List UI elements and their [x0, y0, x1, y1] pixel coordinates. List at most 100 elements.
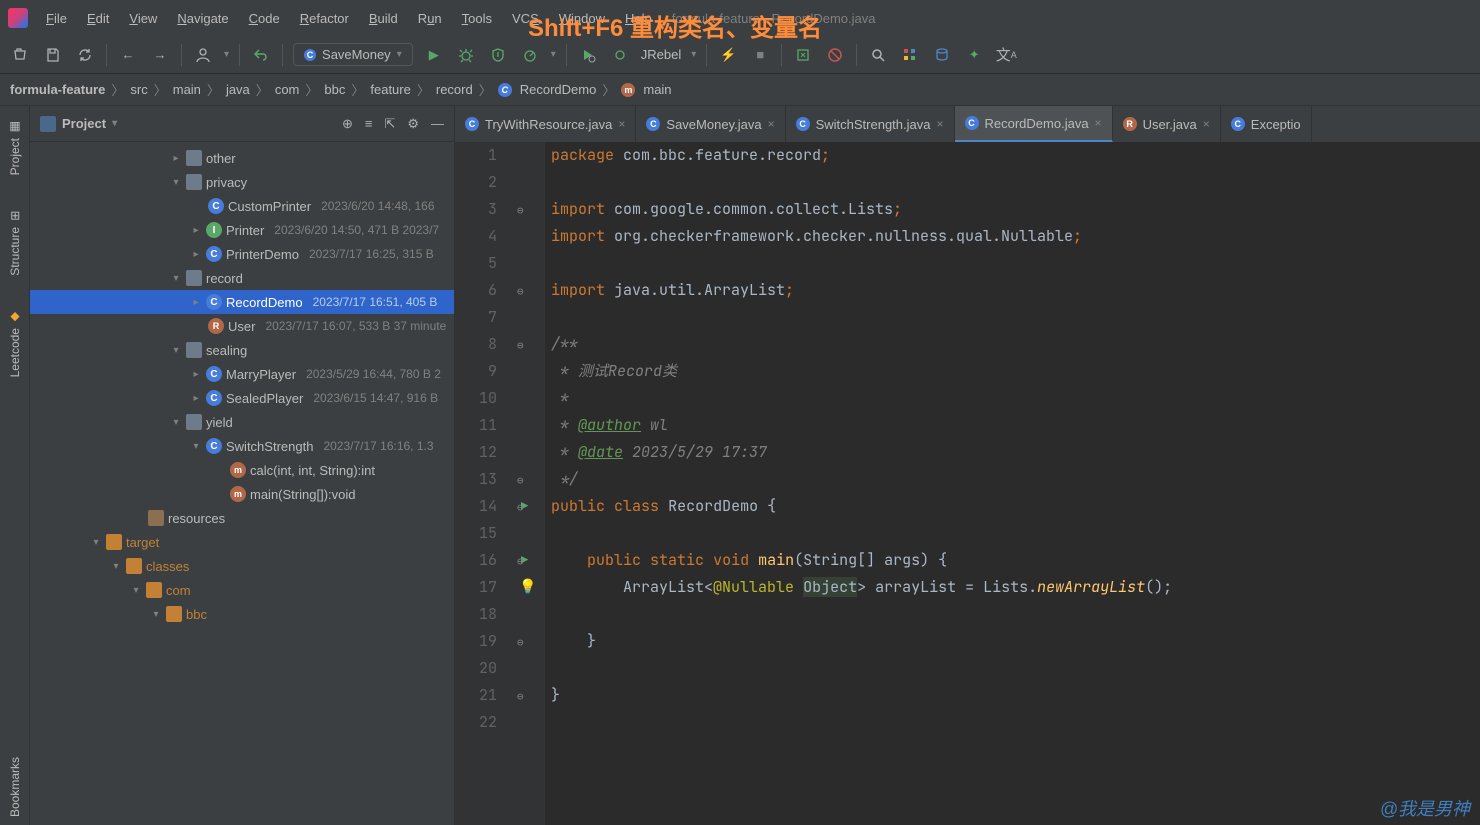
tree-folder-privacy[interactable]: ▾privacy [30, 170, 454, 194]
tab-savemoney[interactable]: CSaveMoney.java× [636, 106, 785, 142]
tab-trywithresource[interactable]: CTryWithResource.java× [455, 106, 636, 142]
menu-navigate[interactable]: Navigate [169, 7, 236, 30]
open-icon[interactable] [10, 44, 32, 66]
fold-icon[interactable]: ⊖ [517, 198, 524, 225]
tree-folder-record[interactable]: ▾record [30, 266, 454, 290]
run-button[interactable]: ▶ [423, 44, 445, 66]
undo-icon[interactable] [250, 44, 272, 66]
tree-folder-sealing[interactable]: ▾sealing [30, 338, 454, 362]
menu-view[interactable]: View [121, 7, 165, 30]
menu-vcs[interactable]: VCS [504, 7, 547, 30]
menu-run[interactable]: Run [410, 7, 450, 30]
side-tab-leetcode[interactable]: Leetcode◆ [4, 302, 26, 385]
tree-folder-com[interactable]: ▾com [30, 578, 454, 602]
tree-file-user[interactable]: RUser2023/7/17 16:07, 533 B 37 minute [30, 314, 454, 338]
side-tab-project[interactable]: Project▦ [4, 112, 26, 183]
menu-code[interactable]: Code [241, 7, 288, 30]
run-config-selector[interactable]: C SaveMoney ▾ [293, 43, 413, 66]
fold-icon[interactable]: ⊖ [517, 495, 524, 522]
fold-icon[interactable]: ⊖ [517, 279, 524, 306]
panel-title[interactable]: Project ▾ [40, 116, 334, 132]
bc-bbc[interactable]: bbc [324, 82, 345, 97]
tree-folder-target[interactable]: ▾target [30, 530, 454, 554]
git-pull-icon[interactable] [792, 44, 814, 66]
coverage-button[interactable] [487, 44, 509, 66]
menu-help[interactable]: Help [617, 7, 660, 30]
bc-class[interactable]: RecordDemo [520, 82, 597, 97]
tree-file-customprinter[interactable]: CCustomPrinter2023/6/20 14:48, 166 [30, 194, 454, 218]
tree-folder-bbc[interactable]: ▾bbc [30, 602, 454, 626]
jrebel-debug-icon[interactable] [609, 44, 631, 66]
fold-icon[interactable]: ⊖ [517, 630, 524, 657]
bulb-icon[interactable]: 💡 [519, 574, 536, 601]
menu-file[interactable]: File [38, 7, 75, 30]
menu-build[interactable]: Build [361, 7, 406, 30]
bc-src[interactable]: src [130, 82, 147, 97]
stop-button[interactable]: ■ [749, 44, 771, 66]
marker-gutter[interactable]: ▶ ▶ ⊖ ⊖ ⊖ ⊖ ⊖ ⊖ ⊖ ⊖ 💡 [515, 142, 545, 825]
db-icon[interactable] [931, 44, 953, 66]
bc-feature[interactable]: feature [370, 82, 410, 97]
side-tab-structure[interactable]: Structure⊞ [4, 201, 26, 284]
tab-user[interactable]: RUser.java× [1113, 106, 1221, 142]
bc-method[interactable]: main [643, 82, 671, 97]
tree-folder-yield[interactable]: ▾yield [30, 410, 454, 434]
tree-folder-resources[interactable]: resources [30, 506, 454, 530]
tree-file-switchstrength[interactable]: ▾CSwitchStrength2023/7/17 16:16, 1.3 [30, 434, 454, 458]
tree-file-marryplayer[interactable]: ▸CMarryPlayer2023/5/29 16:44, 780 B 2 [30, 362, 454, 386]
bc-main[interactable]: main [173, 82, 201, 97]
close-icon[interactable]: × [618, 117, 625, 131]
close-icon[interactable]: × [768, 117, 775, 131]
jrebel-run-icon[interactable] [577, 44, 599, 66]
stop-red-icon[interactable] [824, 44, 846, 66]
collapse-icon[interactable]: ⇱ [384, 116, 395, 132]
locate-icon[interactable]: ⊕ [342, 116, 353, 132]
tree-folder-other[interactable]: ▸other [30, 146, 454, 170]
tree-file-sealedplayer[interactable]: ▸CSealedPlayer2023/6/15 14:47, 916 B [30, 386, 454, 410]
hide-icon[interactable]: — [431, 116, 444, 132]
bc-record[interactable]: record [436, 82, 473, 97]
tree-folder-classes[interactable]: ▾classes [30, 554, 454, 578]
save-icon[interactable] [42, 44, 64, 66]
settings-icon[interactable]: ⚙ [407, 116, 419, 132]
bc-java[interactable]: java [226, 82, 250, 97]
profile-icon[interactable] [192, 44, 214, 66]
fold-icon[interactable]: ⊖ [517, 468, 524, 495]
tab-switchstrength[interactable]: CSwitchStrength.java× [786, 106, 955, 142]
translate-icon[interactable]: 文A [995, 44, 1017, 66]
tab-recorddemo[interactable]: CRecordDemo.java× [955, 106, 1113, 142]
tree-method-main[interactable]: mmain(String[]):void [30, 482, 454, 506]
project-tree[interactable]: ▸other ▾privacy CCustomPrinter2023/6/20 … [30, 142, 454, 825]
menu-refactor[interactable]: Refactor [292, 7, 357, 30]
code-editor[interactable]: 12345678910111213141516171819202122 ▶ ▶ … [455, 142, 1480, 825]
tree-file-printerdemo[interactable]: ▸CPrinterDemo2023/7/17 16:25, 315 B [30, 242, 454, 266]
fold-icon[interactable]: ⊖ [517, 549, 524, 576]
debug-button[interactable] [455, 44, 477, 66]
close-icon[interactable]: × [936, 117, 943, 131]
back-icon[interactable]: ← [117, 44, 139, 66]
code-content[interactable]: package com.bbc.feature.record; import c… [545, 142, 1480, 825]
tree-method-calc[interactable]: mcalc(int, int, String):int [30, 458, 454, 482]
fold-icon[interactable]: ⊖ [517, 684, 524, 711]
menu-tools[interactable]: Tools [454, 7, 500, 30]
close-icon[interactable]: × [1203, 117, 1210, 131]
profiler-button[interactable] [519, 44, 541, 66]
fold-icon[interactable]: ⊖ [517, 333, 524, 360]
sync-icon[interactable] [74, 44, 96, 66]
expand-icon[interactable]: ≡ [365, 116, 373, 132]
side-tab-bookmarks[interactable]: Bookmarks [4, 749, 26, 825]
bc-root[interactable]: formula-feature [10, 82, 105, 97]
line-gutter[interactable]: 12345678910111213141516171819202122 [455, 142, 515, 825]
attach-icon[interactable]: ⚡ [717, 44, 739, 66]
tab-exception[interactable]: CExceptio [1221, 106, 1312, 142]
menu-window[interactable]: Window [551, 7, 613, 30]
grid-icon[interactable] [899, 44, 921, 66]
close-icon[interactable]: × [1095, 116, 1102, 130]
search-icon[interactable] [867, 44, 889, 66]
menu-edit[interactable]: Edit [79, 7, 117, 30]
tree-file-printer[interactable]: ▸IPrinter2023/6/20 14:50, 471 B 2023/7 [30, 218, 454, 242]
bc-com[interactable]: com [275, 82, 300, 97]
tree-file-recorddemo[interactable]: ▸CRecordDemo2023/7/17 16:51, 405 B [30, 290, 454, 314]
forward-icon[interactable]: → [149, 44, 171, 66]
puzzle-icon[interactable]: ✦ [963, 44, 985, 66]
